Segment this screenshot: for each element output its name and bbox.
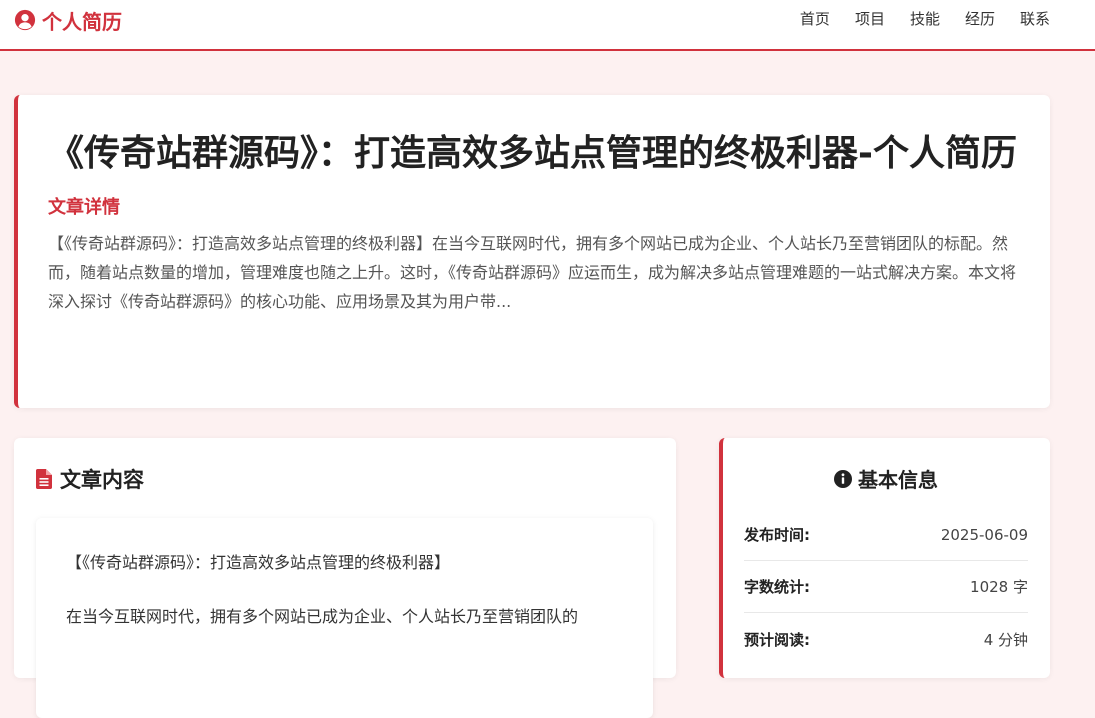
file-text-icon <box>36 469 52 489</box>
info-label: 发布时间: <box>744 526 810 544</box>
main-nav: 首页 项目 技能 经历 联系 <box>800 9 1050 29</box>
info-list: 发布时间: 2025-06-09 字数统计: 1028 字 预计阅读: 4 分钟 <box>744 509 1028 665</box>
user-circle-icon <box>14 9 36 31</box>
article-title: 《传奇站群源码》：打造高效多站点管理的终极利器-个人简历 <box>48 133 1017 174</box>
top-navbar: 个人简历 首页 项目 技能 经历 联系 <box>0 0 1095 51</box>
info-title-label: 基本信息 <box>858 468 938 492</box>
info-row-read-time: 预计阅读: 4 分钟 <box>744 613 1028 665</box>
nav-contact[interactable]: 联系 <box>1020 10 1050 28</box>
nav-home[interactable]: 首页 <box>800 10 830 28</box>
article-excerpt: 【《传奇站群源码》：打造高效多站点管理的终极利器】在当今互联网时代，拥有多个网站… <box>48 234 1017 311</box>
info-value: 4 分钟 <box>983 630 1028 649</box>
article-body: 【《传奇站群源码》：打造高效多站点管理的终极利器】 在当今互联网时代，拥有多个网… <box>36 518 653 718</box>
nav-projects[interactable]: 项目 <box>855 10 885 28</box>
content-section-label: 文章内容 <box>60 468 144 492</box>
brand-text: 个人简历 <box>42 9 122 34</box>
article-content-card: 文章内容 【《传奇站群源码》：打造高效多站点管理的终极利器】 在当今互联网时代，… <box>14 438 676 718</box>
content-section-title: 文章内容 <box>36 464 654 494</box>
info-title: 基本信息 <box>744 464 1028 493</box>
basic-info-card: 基本信息 发布时间: 2025-06-09 字数统计: 1028 字 预计阅读:… <box>719 438 1050 678</box>
article-lead: 【《传奇站群源码》：打造高效多站点管理的终极利器】 <box>66 553 451 572</box>
brand-link[interactable]: 个人简历 <box>14 6 122 34</box>
article-hero: 《传奇站群源码》：打造高效多站点管理的终极利器-个人简历 文章详情 【《传奇站群… <box>14 95 1050 408</box>
nav-experience[interactable]: 经历 <box>965 10 995 28</box>
info-label: 预计阅读: <box>744 630 810 649</box>
info-row-publish-date: 发布时间: 2025-06-09 <box>744 509 1028 561</box>
info-value: 1028 字 <box>970 578 1028 596</box>
info-circle-icon <box>834 469 852 488</box>
article-detail-label: 文章详情 <box>48 197 120 218</box>
info-row-word-count: 字数统计: 1028 字 <box>744 561 1028 613</box>
info-value: 2025-06-09 <box>940 525 1028 544</box>
nav-skills[interactable]: 技能 <box>910 10 940 28</box>
article-paragraph: 在当今互联网时代，拥有多个网站已成为企业、个人站长乃至营销团队的 <box>66 607 579 626</box>
info-label: 字数统计: <box>744 578 810 596</box>
